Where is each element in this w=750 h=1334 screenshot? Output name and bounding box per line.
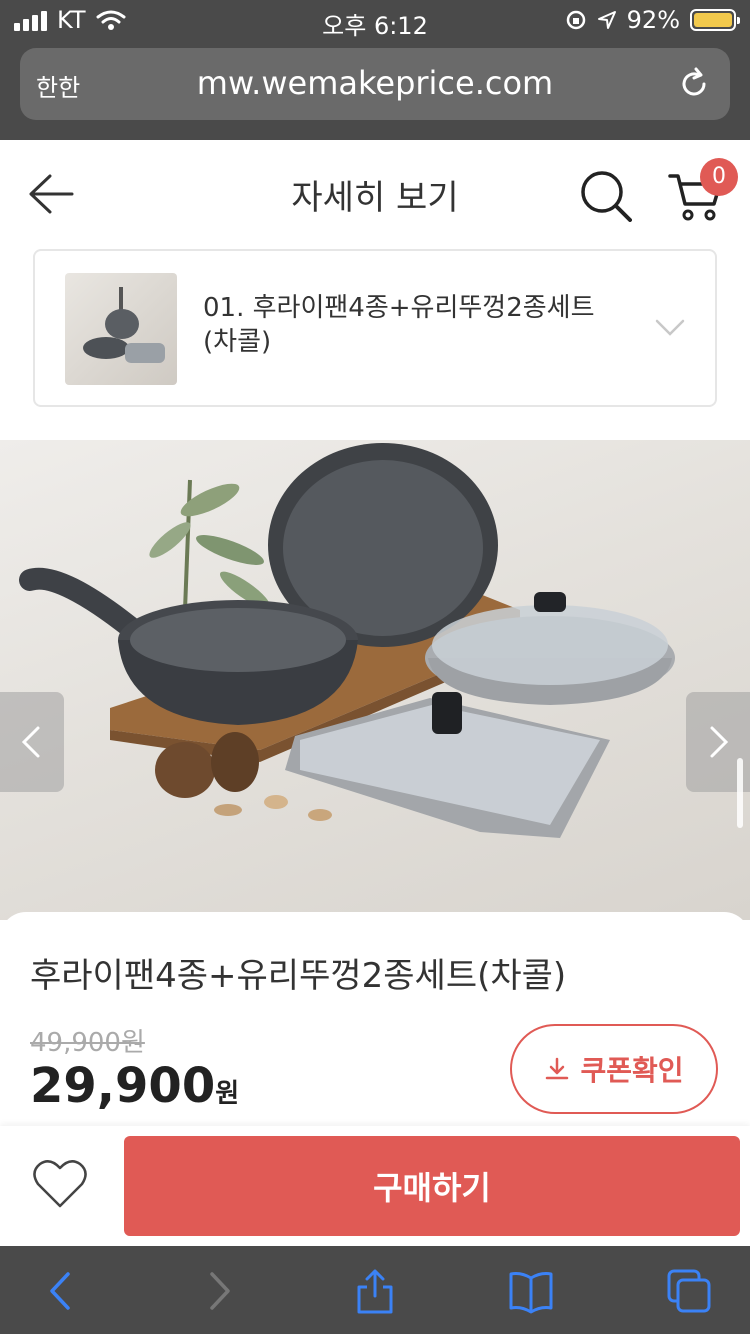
coupon-label: 쿠폰확인 (580, 1054, 684, 1087)
product-image[interactable] (0, 440, 750, 920)
product-info: 후라이팬4종+유리뚜껑2종세트(차콜) 49,900원 29,900원 쿠폰확인 (0, 912, 750, 1152)
orientation-lock-icon (566, 10, 585, 30)
page-header: 자세히 보기 0 (0, 140, 750, 240)
status-bar: KT 오후 6:12 92% (0, 0, 750, 40)
coupon-button[interactable]: 쿠폰확인 (510, 1024, 718, 1114)
battery-icon (690, 9, 740, 31)
option-thumbnail (65, 273, 177, 385)
search-icon[interactable] (580, 170, 632, 222)
browser-forward-icon[interactable] (196, 1268, 242, 1314)
chevron-down-icon[interactable] (655, 319, 685, 337)
purchase-bar: 구매하기 (0, 1126, 750, 1246)
download-icon (546, 1057, 569, 1080)
product-name: 후라이팬4종+유리뚜껑2종세트(차콜) (30, 956, 567, 996)
browser-back-icon[interactable] (38, 1268, 84, 1314)
option-label: 01. 후라이팬4종+유리뚜껑2종세트(차콜) (203, 293, 595, 357)
option-selector[interactable]: 01. 후라이팬4종+유리뚜껑2종세트(차콜) (33, 249, 717, 407)
sale-price: 29,900원 (30, 1058, 239, 1114)
battery-percent: 92% (626, 6, 680, 34)
address-bar[interactable]: 한한 mw.wemakeprice.com (20, 48, 730, 120)
scroll-indicator (737, 758, 743, 828)
cart-count-badge[interactable]: 0 (700, 158, 738, 196)
sale-price-unit: 원 (215, 1079, 240, 1109)
bookmarks-icon[interactable] (508, 1268, 554, 1314)
heart-icon[interactable] (32, 1158, 88, 1210)
cookware-photo (19, 443, 675, 838)
location-icon (597, 11, 616, 29)
share-icon[interactable] (352, 1268, 398, 1314)
page-content: 자세히 보기 0 01. 후라이팬4종+유리뚜껑2종세트(차콜) 후라이팬4종+… (0, 140, 750, 1246)
status-right: 92% (565, 6, 740, 34)
reload-icon[interactable] (676, 66, 712, 102)
url-text[interactable]: mw.wemakeprice.com (20, 64, 730, 102)
buy-button[interactable]: 구매하기 (124, 1136, 740, 1236)
carousel-prev-button[interactable] (0, 692, 64, 792)
browser-toolbar (0, 1246, 750, 1334)
sale-price-value: 29,900 (30, 1058, 216, 1114)
tabs-icon[interactable] (666, 1268, 712, 1314)
original-price: 49,900원 (30, 1028, 145, 1058)
page-title: 자세히 보기 (291, 178, 459, 218)
chevron-left-icon (21, 726, 40, 758)
